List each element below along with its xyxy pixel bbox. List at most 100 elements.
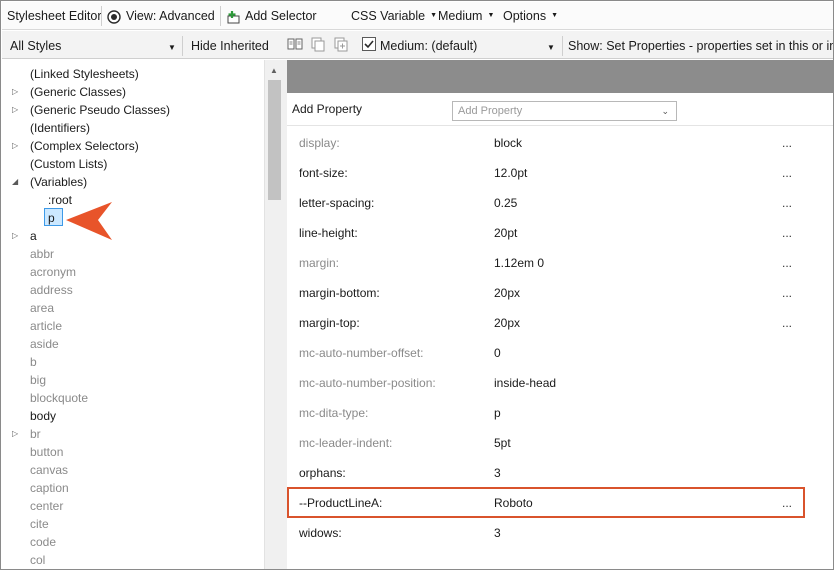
- expanded-arrow-icon[interactable]: ◢: [12, 173, 22, 191]
- tree-item-label: address: [30, 283, 73, 297]
- tree-item-label: (Custom Lists): [30, 157, 108, 171]
- tree-item[interactable]: col: [2, 551, 264, 569]
- collapsed-arrow-icon[interactable]: ▷: [12, 83, 22, 101]
- property-row[interactable]: orphans: 3: [287, 458, 833, 488]
- medium-select[interactable]: Medium: (default): [380, 38, 477, 54]
- tree-item[interactable]: p: [2, 209, 264, 227]
- property-row[interactable]: margin-bottom: 20px...: [287, 278, 833, 308]
- tree-item[interactable]: ▷ (Generic Pseudo Classes): [2, 101, 264, 119]
- tree-item[interactable]: address: [2, 281, 264, 299]
- chevron-up-icon[interactable]: ▲: [270, 66, 278, 75]
- property-row[interactable]: margin-top: 20px...: [287, 308, 833, 338]
- tree-item[interactable]: b: [2, 353, 264, 371]
- hide-inherited-button[interactable]: Hide Inherited: [191, 38, 269, 54]
- property-value[interactable]: p: [494, 406, 501, 420]
- tree-item-label: a: [30, 229, 37, 243]
- property-more-button[interactable]: ...: [782, 226, 792, 240]
- tree-item[interactable]: canvas: [2, 461, 264, 479]
- property-value[interactable]: 12.0pt: [494, 166, 527, 180]
- compare-icon[interactable]: [287, 37, 303, 53]
- tree-item[interactable]: (Identifiers): [2, 119, 264, 137]
- show-filter-select[interactable]: Show: Set Properties - properties set in…: [568, 38, 833, 54]
- scrollbar-thumb[interactable]: [268, 80, 281, 200]
- medium-menu[interactable]: Medium ▼: [438, 8, 494, 24]
- tree-scrollbar[interactable]: ▲: [264, 60, 283, 569]
- toolbar-separator: [182, 36, 183, 56]
- tree-item[interactable]: button: [2, 443, 264, 461]
- tree-item[interactable]: caption: [2, 479, 264, 497]
- property-value[interactable]: 20pt: [494, 226, 517, 240]
- tree-item[interactable]: code: [2, 533, 264, 551]
- property-value[interactable]: inside-head: [494, 376, 556, 390]
- property-more-button[interactable]: ...: [782, 196, 792, 210]
- property-row[interactable]: mc-auto-number-position: inside-head: [287, 368, 833, 398]
- property-more-button[interactable]: ...: [782, 166, 792, 180]
- tree-item[interactable]: blockquote: [2, 389, 264, 407]
- property-row[interactable]: display: block...: [287, 128, 833, 158]
- property-value[interactable]: 1.12em 0: [494, 256, 544, 270]
- property-name: mc-leader-indent:: [299, 436, 393, 450]
- property-name: mc-auto-number-offset:: [299, 346, 424, 360]
- property-row[interactable]: mc-auto-number-offset: 0: [287, 338, 833, 368]
- properties-header: [287, 60, 833, 93]
- collapsed-arrow-icon[interactable]: ▷: [12, 425, 22, 443]
- property-name: letter-spacing:: [299, 196, 375, 210]
- tree-item[interactable]: ▷ br: [2, 425, 264, 443]
- view-button[interactable]: View: Advanced: [106, 8, 215, 24]
- view-label: View: Advanced: [126, 9, 215, 23]
- tree-item[interactable]: article: [2, 317, 264, 335]
- tree-item[interactable]: big: [2, 371, 264, 389]
- medium-checkbox[interactable]: [362, 37, 376, 53]
- property-row[interactable]: letter-spacing: 0.25...: [287, 188, 833, 218]
- collapsed-arrow-icon[interactable]: ▷: [12, 227, 22, 245]
- property-value[interactable]: 5pt: [494, 436, 511, 450]
- property-row[interactable]: mc-dita-type: p: [287, 398, 833, 428]
- options-menu[interactable]: Options ▼: [503, 8, 558, 24]
- tree-item[interactable]: area: [2, 299, 264, 317]
- callout-arrow-icon: [64, 200, 116, 242]
- property-row[interactable]: mc-leader-indent: 5pt: [287, 428, 833, 458]
- chevron-down-icon[interactable]: ▼: [168, 40, 176, 56]
- css-variable-menu[interactable]: CSS Variable ▼: [351, 8, 437, 24]
- copy-icon[interactable]: [310, 37, 326, 53]
- tree-item[interactable]: ▷ (Generic Classes): [2, 83, 264, 101]
- tree-item[interactable]: (Linked Stylesheets): [2, 65, 264, 83]
- tree-item[interactable]: ▷ (Complex Selectors): [2, 137, 264, 155]
- property-more-button[interactable]: ...: [782, 256, 792, 270]
- property-value[interactable]: 3: [494, 466, 501, 480]
- property-value[interactable]: 3: [494, 526, 501, 540]
- property-row[interactable]: margin: 1.12em 0...: [287, 248, 833, 278]
- tree-item[interactable]: ◢ (Variables): [2, 173, 264, 191]
- property-value[interactable]: 0: [494, 346, 501, 360]
- property-more-button[interactable]: ...: [782, 286, 792, 300]
- property-value[interactable]: 20px: [494, 316, 520, 330]
- property-value[interactable]: 20px: [494, 286, 520, 300]
- collapsed-arrow-icon[interactable]: ▷: [12, 101, 22, 119]
- tree-item[interactable]: acronym: [2, 263, 264, 281]
- chevron-down-icon[interactable]: ▼: [547, 40, 555, 56]
- add-property-select[interactable]: Add Property ⌄: [452, 101, 677, 121]
- property-more-button[interactable]: ...: [782, 136, 792, 150]
- add-copy-icon[interactable]: [333, 37, 349, 53]
- tree-item[interactable]: body: [2, 407, 264, 425]
- property-name: orphans:: [299, 466, 346, 480]
- tree-item[interactable]: (Custom Lists): [2, 155, 264, 173]
- property-row[interactable]: line-height: 20pt...: [287, 218, 833, 248]
- tree-item[interactable]: aside: [2, 335, 264, 353]
- tree-item[interactable]: :root: [2, 191, 264, 209]
- tree-item-label: (Generic Classes): [30, 85, 127, 99]
- add-selector-button[interactable]: Add Selector: [227, 8, 317, 24]
- property-row[interactable]: font-size: 12.0pt...: [287, 158, 833, 188]
- tree-item[interactable]: abbr: [2, 245, 264, 263]
- property-value[interactable]: 0.25: [494, 196, 517, 210]
- tree-item[interactable]: cite: [2, 515, 264, 533]
- tree-item[interactable]: center: [2, 497, 264, 515]
- eye-icon: [106, 10, 122, 24]
- collapsed-arrow-icon[interactable]: ▷: [12, 137, 22, 155]
- highlight-callout-box: [287, 487, 805, 518]
- property-row[interactable]: widows: 3: [287, 518, 833, 548]
- property-value[interactable]: block: [494, 136, 522, 150]
- property-more-button[interactable]: ...: [782, 316, 792, 330]
- styles-filter-select[interactable]: All Styles: [10, 38, 61, 54]
- tree-item[interactable]: ▷ a: [2, 227, 264, 245]
